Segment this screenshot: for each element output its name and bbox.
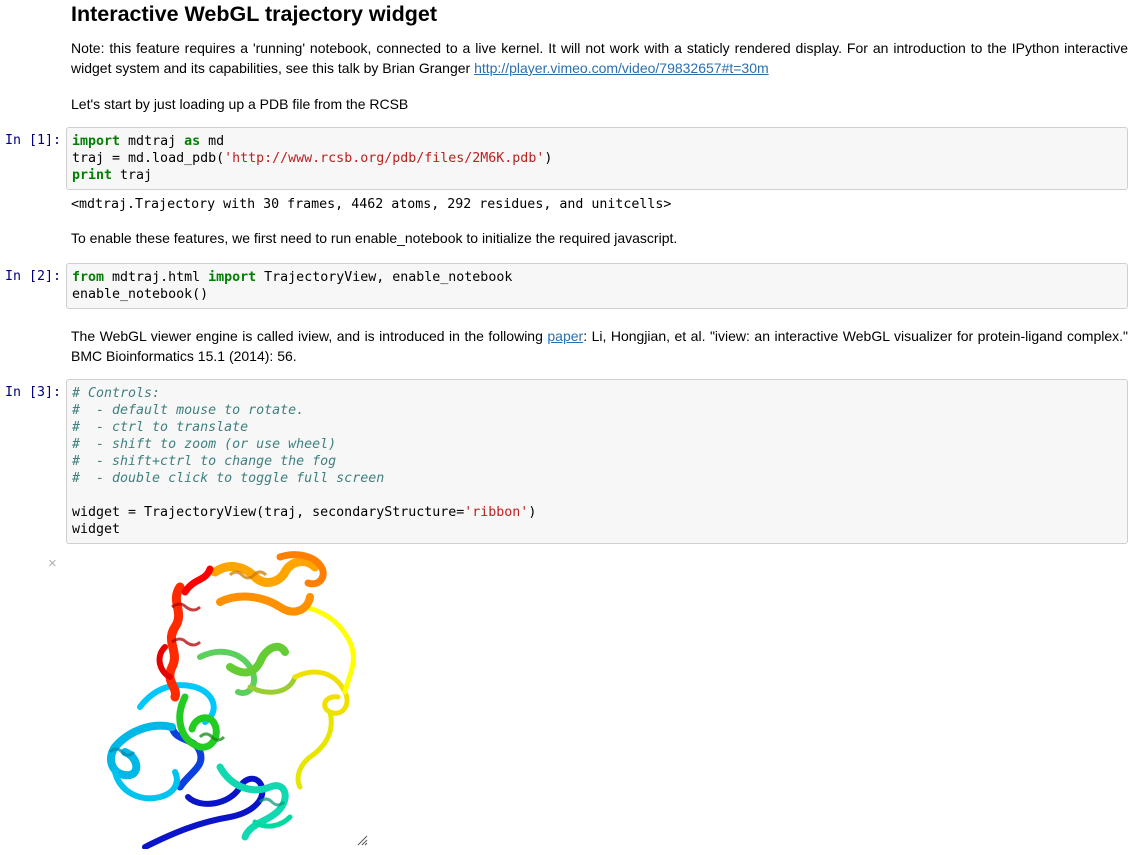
code-token: enable_notebook() [72,287,209,302]
code-token: TrajectoryView, enable_notebook [256,270,513,285]
code-token: import [72,134,121,149]
code-cell-3[interactable]: # Controls: # - default mouse to rotate.… [66,379,1128,544]
code-token: # - double click to toggle full screen [72,471,385,486]
code-token: from [72,270,105,285]
code-cell-3-source[interactable]: # Controls: # - default mouse to rotate.… [72,385,1122,538]
code-token: # Controls: [72,386,161,401]
code-token: # - ctrl to translate [72,420,249,435]
iview-text-before: The WebGL viewer engine is called iview,… [71,328,548,344]
code-token: widget = TrajectoryView(traj, secondaryS… [72,505,465,520]
code-token: md [200,134,225,149]
code-cell-2[interactable]: from mdtraj.html import TrajectoryView, … [66,263,1128,309]
cell-1-prompt: In [1]: [5,133,62,148]
code-token: print [72,168,113,183]
cell-3-prompt: In [3]: [5,385,62,400]
cell-1-output: <mdtraj.Trajectory with 30 frames, 4462 … [71,197,672,212]
vimeo-link[interactable]: http://player.vimeo.com/video/79832657#t… [474,60,769,76]
load-paragraph: Let's start by just loading up a PDB fil… [71,96,409,112]
code-token: mdtraj.html [104,270,209,285]
code-token: # - shift+ctrl to change the fog [72,454,337,469]
cell-2-prompt: In [2]: [5,269,62,284]
iview-paragraph: The WebGL viewer engine is called iview,… [71,326,1128,366]
trajectory-viewer-widget[interactable] [80,547,372,850]
paper-link[interactable]: paper [547,328,583,344]
code-cell-1-source[interactable]: import mdtraj as md traj = md.load_pdb('… [72,133,1122,184]
code-token: import [208,270,257,285]
code-token: as [184,134,201,149]
code-token: traj [112,168,153,183]
code-token: mdtraj [120,134,185,149]
code-token: widget [72,522,121,537]
code-token: # - default mouse to rotate. [72,403,305,418]
code-cell-1[interactable]: import mdtraj as md traj = md.load_pdb('… [66,127,1128,190]
protein-ribbon-render [107,551,356,850]
code-token: traj = md.load_pdb( [72,151,225,166]
code-token: # - shift to zoom (or use wheel) [72,437,337,452]
intro-paragraph: Note: this feature requires a 'running' … [71,38,1128,78]
code-token: ) [528,505,537,520]
code-cell-2-source[interactable]: from mdtraj.html import TrajectoryView, … [72,269,1122,303]
code-token: 'ribbon' [464,505,529,520]
enable-paragraph: To enable these features, we first need … [71,230,678,246]
resize-handle-icon[interactable] [356,834,368,846]
code-token: 'http://www.rcsb.org/pdb/files/2M6K.pdb' [224,151,545,166]
code-token: ) [544,151,553,166]
page-title: Interactive WebGL trajectory widget [71,2,438,26]
close-output-icon[interactable]: × [48,555,57,573]
